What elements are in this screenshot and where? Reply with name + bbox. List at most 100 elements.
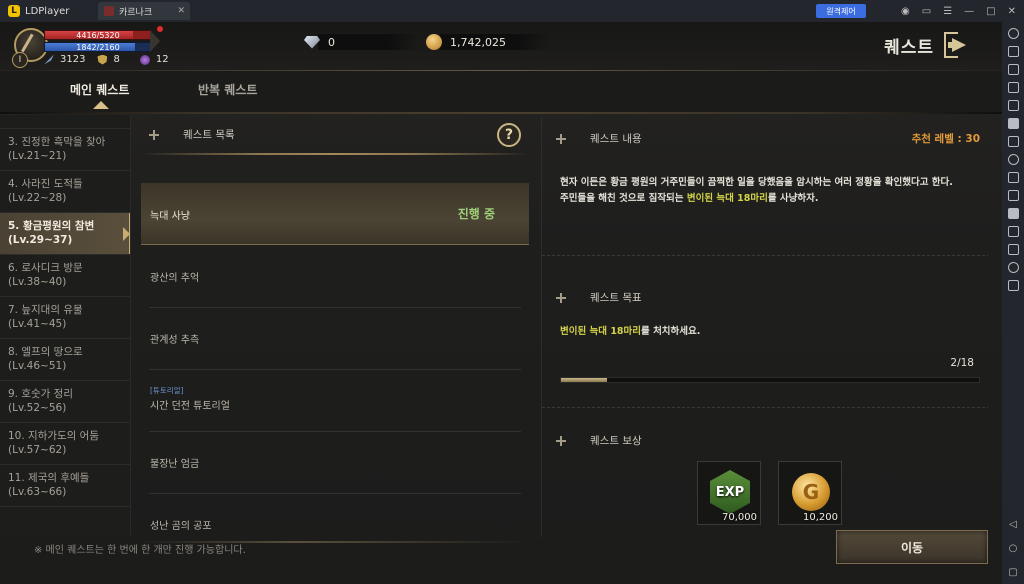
quest-row[interactable]: 늑대 사냥 진행 중	[141, 183, 529, 245]
chapter-item[interactable]: 6. 로사디크 방문 (Lv.38~40)	[0, 255, 130, 297]
hp-text: 4416/5320	[76, 30, 120, 40]
emulator-side-toolbar: ◁ ○ ▢	[1002, 22, 1024, 584]
chapter-name: 3. 진정한 흑막을 찾아	[8, 136, 106, 148]
quest-list-header: 퀘스트 목록	[149, 127, 235, 142]
quest-name: 늑대 사냥	[150, 211, 190, 222]
move-button-label: 이동	[900, 540, 924, 555]
gold-currency[interactable]: 1,742,025	[426, 31, 550, 53]
quest-row[interactable]: 불장난 엄금	[141, 431, 529, 493]
location-icon[interactable]	[1007, 262, 1019, 273]
minimize-icon[interactable]: —	[964, 6, 974, 17]
screenshot-icon[interactable]	[1007, 136, 1019, 147]
quest-row[interactable]: [튜토리얼] 시간 던전 튜토리얼	[141, 369, 529, 431]
gem-count: 0	[328, 35, 335, 49]
close-window-icon[interactable]: ✕	[1008, 6, 1016, 17]
robot-icon[interactable]	[1007, 172, 1019, 183]
emulator-title-bar: L LDPlayer 카르나크 ✕ 원격제어 ◉ ▭ ☰ — □ ✕	[0, 0, 1024, 22]
close-tab-icon[interactable]: ✕	[177, 6, 185, 16]
chapter-divider	[0, 506, 130, 507]
quest-row[interactable]: 광산의 추억	[141, 245, 529, 307]
reward-qty: 70,000	[722, 512, 757, 523]
mp-bar: 1842/2160	[44, 42, 152, 52]
chapter-item[interactable]: 3. 진정한 흑막을 찾아 (Lv.21~21)	[0, 129, 130, 171]
chapter-level-range: (Lv.41~45)	[8, 318, 67, 330]
operation-icon[interactable]	[1007, 226, 1019, 237]
chapter-item[interactable]: 11. 제국의 후예들 (Lv.63~66)	[0, 465, 130, 507]
chapter-level-range: (Lv.29~37)	[8, 234, 73, 246]
section-divider	[542, 255, 988, 256]
progress-count: 2/18	[950, 357, 974, 369]
gold-coin-icon	[426, 34, 442, 50]
fullscreen-icon[interactable]	[1007, 100, 1019, 111]
chapter-item[interactable]: (Lv.12~20)	[0, 115, 130, 129]
chapter-level-range: (Lv.21~21)	[8, 150, 67, 162]
maximize-icon[interactable]: □	[986, 6, 995, 17]
goal-title: 퀘스트 목표	[590, 292, 642, 304]
multi-instance-icon[interactable]	[1007, 190, 1019, 201]
hp-bar: 4416/5320	[44, 30, 152, 40]
home-icon[interactable]: ○	[1009, 543, 1018, 554]
chapter-item[interactable]: 9. 호숫가 정리 (Lv.52~56)	[0, 381, 130, 423]
quest-row[interactable]: 관계성 추측	[141, 307, 529, 369]
reward-qty: 10,200	[803, 512, 838, 523]
quest-name: 성난 곰의 공포	[150, 521, 212, 532]
chapter-item[interactable]: 10. 지하가도의 어둠 (Lv.57~62)	[0, 423, 130, 465]
back-icon[interactable]: ◁	[1009, 519, 1017, 530]
orb-icon	[139, 54, 150, 65]
chapter-item[interactable]: 7. 늪지대의 유물 (Lv.41~45)	[0, 297, 130, 339]
game-tab-icon	[104, 6, 114, 16]
gold-count: 1,742,025	[450, 35, 506, 49]
exp-icon: EXP	[710, 470, 750, 514]
reward-exp[interactable]: EXP 70,000	[697, 461, 761, 525]
sync-icon[interactable]	[1007, 154, 1019, 165]
footnote: ※ 메인 퀘스트는 한 번에 한 개만 진행 가능합니다.	[34, 545, 246, 556]
chapter-item[interactable]: 5. 황금평원의 참변 (Lv.29~37)	[0, 213, 130, 255]
gamepad-icon[interactable]	[1007, 46, 1019, 57]
record-icon[interactable]	[1007, 208, 1019, 219]
gem-currency[interactable]: 0	[304, 31, 418, 53]
mp-text: 1842/2160	[76, 42, 120, 52]
apk-install-icon[interactable]	[1007, 118, 1019, 129]
chapter-name: 6. 로사디크 방문	[8, 262, 83, 274]
sparkle-icon	[149, 129, 159, 140]
chapter-name: 5. 황금평원의 참변	[8, 220, 95, 232]
goal-target: 변이된 늑대 18마리	[560, 326, 642, 337]
move-button[interactable]: 이동	[836, 530, 988, 564]
game-tab[interactable]: 카르나크 ✕	[98, 2, 190, 20]
chapter-level-range: (Lv.22~28)	[8, 192, 67, 204]
quest-list-panel: 퀘스트 목록 ? 늑대 사냥 진행 중광산의 추억관계성 추측 [튜토리얼] 시간 던…	[141, 115, 529, 545]
help-button[interactable]: ?	[497, 123, 521, 147]
notification-dot	[157, 26, 163, 32]
exit-icon[interactable]	[944, 32, 974, 58]
account-icon[interactable]: ◉	[901, 6, 910, 17]
quest-name: 시간 던전 튜토리얼	[150, 401, 230, 412]
goal-text: 변이된 늑대 18마리를 처치하세요.	[560, 323, 700, 337]
folder-icon[interactable]	[1007, 244, 1019, 255]
keyboard-icon[interactable]: ▭	[922, 6, 931, 17]
settings-icon[interactable]	[1007, 28, 1019, 39]
content-section-title: 퀘스트 내용	[556, 131, 642, 146]
menu-icon[interactable]: ☰	[943, 6, 952, 17]
remote-control-button[interactable]: 원격제어	[816, 4, 866, 18]
tab-main-quest[interactable]: 메인 퀘스트	[70, 81, 129, 98]
content-title: 퀘스트 내용	[590, 133, 642, 145]
volume-down-icon[interactable]	[1007, 82, 1019, 93]
tab-repeat-quest[interactable]: 반복 퀘스트	[198, 81, 257, 98]
gold-label: G	[802, 480, 820, 504]
description-target: 변이된 늑대 18마리	[686, 193, 768, 204]
stat-defense: 8	[113, 54, 120, 65]
chapter-level-range: (Lv.46~51)	[8, 360, 67, 372]
more-icon[interactable]	[1007, 280, 1019, 291]
reward-gold[interactable]: G 10,200	[778, 461, 842, 525]
description-line-1: 현자 이든은 황금 평원의 거주민들이 끔찍한 일을 당했음을 암시하는 여러 …	[560, 177, 953, 188]
goal-suffix: 를 처치하세요.	[641, 326, 701, 337]
quest-name: 관계성 추측	[150, 335, 200, 346]
chapter-item[interactable]: 4. 사라진 도적들 (Lv.22~28)	[0, 171, 130, 213]
recent-apps-icon[interactable]: ▢	[1008, 567, 1017, 578]
chapter-item[interactable]: 8. 엘프의 땅으로 (Lv.46~51)	[0, 339, 130, 381]
chapter-level-range: (Lv.63~66)	[8, 486, 67, 498]
stat-other: 12	[155, 54, 169, 65]
quest-status: 진행 중	[457, 207, 495, 221]
app-name: LDPlayer	[25, 5, 70, 17]
volume-up-icon[interactable]	[1007, 64, 1019, 75]
